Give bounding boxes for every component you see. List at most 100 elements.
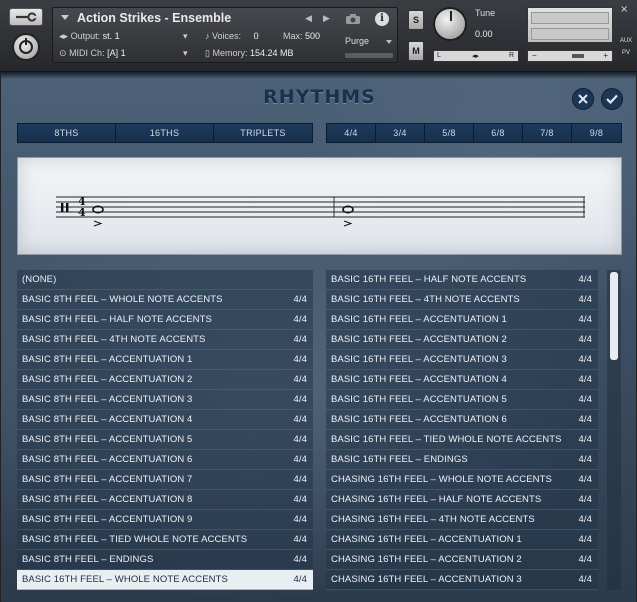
output-icon: ◂▸ <box>59 31 69 41</box>
list-item[interactable]: BASIC 16TH FEEL – WHOLE NOTE ACCENTS 4/4 <box>17 570 313 590</box>
output-row[interactable]: ◂▸ Output: st. 1 <box>59 31 120 42</box>
memory-value: 154.24 MB <box>250 48 294 58</box>
list-item[interactable]: BASIC 8TH FEEL – HALF NOTE ACCENTS 4/4 <box>17 310 313 330</box>
rhythm-meter: 4/4 <box>578 474 592 485</box>
pan-right-label: R <box>508 52 514 59</box>
tab-16ths[interactable]: 16THS <box>116 124 214 142</box>
whole-note-2 <box>342 205 354 227</box>
list-item[interactable]: BASIC 8TH FEEL – ACCENTUATION 8 4/4 <box>17 490 313 510</box>
rhythm-name: BASIC 16TH FEEL – ACCENTUATION 4 <box>331 374 507 385</box>
tab-meter-6-8[interactable]: 6/8 <box>474 124 523 142</box>
output-value[interactable]: st. 1 <box>103 31 120 41</box>
list-item[interactable]: BASIC 8TH FEEL – ACCENTUATION 3 4/4 <box>17 390 313 410</box>
pan-slider[interactable]: L ◂▸ R <box>433 50 519 62</box>
list-item[interactable]: BASIC 16TH FEEL – TIED WHOLE NOTE ACCENT… <box>326 430 598 450</box>
midi-value[interactable]: [A] 1 <box>107 48 126 58</box>
list-item[interactable]: BASIC 16TH FEEL – ACCENTUATION 6 4/4 <box>326 410 598 430</box>
list-item[interactable]: BASIC 8TH FEEL – TIED WHOLE NOTE ACCENTS… <box>17 530 313 550</box>
tab-meter-4-4[interactable]: 4/4 <box>327 124 376 142</box>
list-item[interactable]: BASIC 16TH FEEL – ACCENTUATION 4 4/4 <box>326 370 598 390</box>
list-item[interactable]: BASIC 8TH FEEL – ACCENTUATION 6 4/4 <box>17 450 313 470</box>
rhythm-meter: 4/4 <box>578 454 592 465</box>
rhythm-meter: 4/4 <box>293 334 307 345</box>
rhythm-name: BASIC 8TH FEEL – ENDINGS <box>22 554 154 565</box>
volume-slider[interactable]: − + <box>527 50 613 62</box>
purge-dropdown-arrow-icon[interactable] <box>386 40 392 44</box>
power-icon[interactable] <box>12 33 40 61</box>
list-item[interactable]: BASIC 8TH FEEL – ACCENTUATION 2 4/4 <box>17 370 313 390</box>
aux-button[interactable]: AUX <box>617 38 635 48</box>
rhythm-meter: 4/4 <box>293 474 307 485</box>
previous-instrument-icon[interactable]: ◀ <box>305 14 312 24</box>
pan-center-handle-icon[interactable]: ◂▸ <box>472 52 479 60</box>
tab-meter-3-4[interactable]: 3/4 <box>376 124 425 142</box>
rhythm-name: CHASING 16TH FEEL – ACCENTUATION 2 <box>331 554 522 565</box>
rhythm-meter: 4/4 <box>293 514 307 525</box>
list-item[interactable]: BASIC 8TH FEEL – ACCENTUATION 7 4/4 <box>17 470 313 490</box>
tab-meter-7-8[interactable]: 7/8 <box>523 124 572 142</box>
scrollbar-thumb[interactable] <box>610 272 618 360</box>
rhythm-name: BASIC 8TH FEEL – ACCENTUATION 5 <box>22 434 193 445</box>
camera-icon[interactable] <box>345 13 361 25</box>
rhythm-meter: 4/4 <box>578 294 592 305</box>
rhythm-meter: 4/4 <box>293 354 307 365</box>
instrument-title[interactable]: Action Strikes - Ensemble <box>77 11 231 25</box>
volume-handle[interactable] <box>572 54 584 58</box>
tab-meter-5-8[interactable]: 5/8 <box>425 124 474 142</box>
list-item[interactable]: BASIC 16TH FEEL – ACCENTUATION 2 4/4 <box>326 330 598 350</box>
tune-knob[interactable] <box>433 7 467 41</box>
tab-8ths[interactable]: 8THS <box>18 124 116 142</box>
list-item[interactable]: BASIC 8TH FEEL – ACCENTUATION 9 4/4 <box>17 510 313 530</box>
feel-tabs: 8THS 16THS TRIPLETS <box>17 123 313 143</box>
list-item[interactable]: BASIC 16TH FEEL – 4TH NOTE ACCENTS 4/4 <box>326 290 598 310</box>
max-row[interactable]: Max: 500 <box>283 31 320 41</box>
midi-dropdown-arrow-icon[interactable]: ▾ <box>183 48 188 59</box>
list-item[interactable]: BASIC 16TH FEEL – HALF NOTE ACCENTS 4/4 <box>326 270 598 290</box>
list-item[interactable]: (NONE) <box>17 270 313 290</box>
output-dropdown-arrow-icon[interactable]: ▾ <box>183 31 188 42</box>
rhythm-name: BASIC 16TH FEEL – ACCENTUATION 6 <box>331 414 507 425</box>
list-item[interactable]: BASIC 8TH FEEL – ACCENTUATION 5 4/4 <box>17 430 313 450</box>
tune-value[interactable]: 0.00 <box>475 29 493 39</box>
rhythm-name: BASIC 16TH FEEL – HALF NOTE ACCENTS <box>331 274 527 285</box>
percussion-clef-icon <box>61 203 64 212</box>
list-item[interactable]: BASIC 8TH FEEL – ENDINGS 4/4 <box>17 550 313 570</box>
list-item[interactable]: BASIC 16TH FEEL – ACCENTUATION 3 4/4 <box>326 350 598 370</box>
mute-button[interactable]: M <box>408 41 424 61</box>
list-scrollbar[interactable] <box>607 270 621 590</box>
list-item[interactable]: BASIC 8TH FEEL – 4TH NOTE ACCENTS 4/4 <box>17 330 313 350</box>
wrench-icon[interactable] <box>9 8 43 26</box>
solo-button[interactable]: S <box>408 10 424 30</box>
list-item[interactable]: CHASING 16TH FEEL – ACCENTUATION 3 4/4 <box>326 570 598 590</box>
confirm-button[interactable] <box>601 88 623 110</box>
list-item[interactable]: CHASING 16TH FEEL – ACCENTUATION 2 4/4 <box>326 550 598 570</box>
rhythm-name: BASIC 8TH FEEL – HALF NOTE ACCENTS <box>22 314 212 325</box>
list-item[interactable]: BASIC 16TH FEEL – ACCENTUATION 1 4/4 <box>326 310 598 330</box>
tab-meter-9-8[interactable]: 9/8 <box>572 124 621 142</box>
list-item[interactable]: CHASING 16TH FEEL – HALF NOTE ACCENTS 4/4 <box>326 490 598 510</box>
collapse-arrow-icon[interactable] <box>61 15 69 20</box>
list-item[interactable]: BASIC 8TH FEEL – WHOLE NOTE ACCENTS 4/4 <box>17 290 313 310</box>
rhythm-name: BASIC 16TH FEEL – ACCENTUATION 5 <box>331 394 507 405</box>
close-button[interactable] <box>572 88 594 110</box>
midi-row[interactable]: ⊙ MIDI Ch: [A] 1 <box>59 48 126 59</box>
next-instrument-icon[interactable]: ▶ <box>323 14 330 24</box>
close-instrument-icon[interactable]: × <box>620 4 628 15</box>
rhythm-meter: 4/4 <box>578 354 592 365</box>
rhythm-name: BASIC 16TH FEEL – ACCENTUATION 1 <box>331 314 507 325</box>
list-item[interactable]: BASIC 8TH FEEL – ACCENTUATION 4 4/4 <box>17 410 313 430</box>
list-item[interactable]: BASIC 16TH FEEL – ENDINGS 4/4 <box>326 450 598 470</box>
tab-triplets[interactable]: TRIPLETS <box>214 124 312 142</box>
info-icon[interactable]: i <box>375 12 389 26</box>
list-item[interactable]: BASIC 16TH FEEL – ACCENTUATION 5 4/4 <box>326 390 598 410</box>
rhythm-meter: 4/4 <box>293 314 307 325</box>
purge-button[interactable]: Purge <box>345 36 369 46</box>
rhythm-meter: 4/4 <box>578 534 592 545</box>
max-voices-value[interactable]: 500 <box>305 31 320 41</box>
list-item[interactable]: CHASING 16TH FEEL – 4TH NOTE ACCENTS 4/4 <box>326 510 598 530</box>
list-item[interactable]: CHASING 16TH FEEL – ACCENTUATION 1 4/4 <box>326 530 598 550</box>
pv-button[interactable]: PV <box>617 50 635 60</box>
rhythm-name: BASIC 8TH FEEL – WHOLE NOTE ACCENTS <box>22 294 223 305</box>
list-item[interactable]: BASIC 8TH FEEL – ACCENTUATION 1 4/4 <box>17 350 313 370</box>
list-item[interactable]: CHASING 16TH FEEL – WHOLE NOTE ACCENTS 4/… <box>326 470 598 490</box>
